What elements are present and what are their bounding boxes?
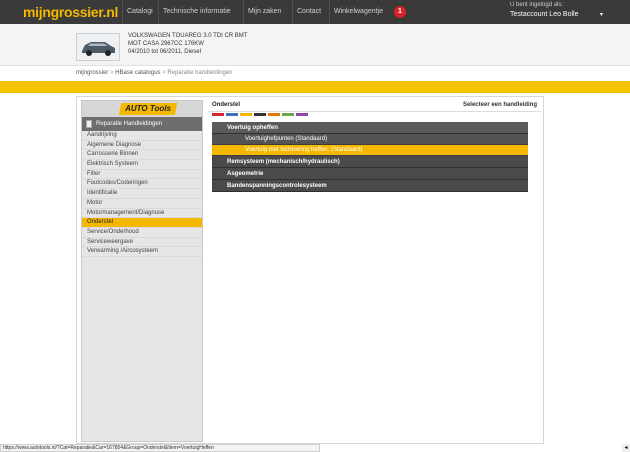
vehicle-model: VOLKSWAGEN TOUAREG 3.0 TDI CR BMT: [128, 33, 248, 39]
user-menu[interactable]: U bent ingelogd als: Testaccount Leo Bol…: [510, 1, 628, 23]
car-image: [76, 33, 120, 61]
vehicle-period: 04/2010 tot 06/2011, Diesel: [128, 49, 201, 55]
site-logo[interactable]: mijngrossier.nl: [23, 2, 119, 22]
vehicle-info: VOLKSWAGEN TOUAREG 3.0 TDI CR BMT MOT CA…: [0, 24, 630, 66]
breadcrumb-current: Reparatie handleidingen: [167, 70, 233, 76]
top-navbar: mijngrossier.nl Catalogi Technische info…: [0, 0, 630, 24]
sidebar-item[interactable]: Serviceweergave: [82, 238, 202, 248]
sidebar-item[interactable]: Motormanagement/Diagnose: [82, 209, 202, 219]
sidebar-item[interactable]: Onderstel: [82, 218, 202, 228]
content-frame: AUTO Tools Reparatie Handleidingen Aandr…: [76, 96, 544, 444]
sidebar-item[interactable]: Filter: [82, 170, 202, 180]
status-url-bar: https://www.autotools.nl/?Cat=Reparatie&…: [0, 444, 320, 452]
manual-group[interactable]: Bandenspanningscontrolesysteem: [212, 180, 528, 192]
color-stripe: [296, 113, 308, 116]
chevron-down-icon[interactable]: ▾: [600, 11, 603, 18]
user-caption: U bent ingelogd als:: [510, 2, 564, 8]
manual-item[interactable]: Voertuig met luchtvering heffen. (Standa…: [212, 145, 528, 156]
scroll-arrow-icon[interactable]: ◂: [622, 444, 630, 452]
manual-group[interactable]: Asgeometrie: [212, 168, 528, 180]
color-stripes: [208, 113, 541, 116]
cart-count-badge: 1: [394, 6, 406, 18]
autotools-logo: AUTO Tools: [82, 101, 202, 117]
sidebar-item[interactable]: Aandrijving: [82, 131, 202, 141]
sidebar-item[interactable]: Verwarming /Aircosysteem: [82, 247, 202, 257]
sidebar-item[interactable]: Identificatie: [82, 189, 202, 199]
sidebar-item[interactable]: Algemene Diagnose: [82, 141, 202, 151]
nav-technische-informatie[interactable]: Technische informatie: [158, 0, 235, 24]
sidebar-header: Reparatie Handleidingen: [82, 117, 202, 131]
breadcrumb: mijngrossier > HBase catalogus > Reparat…: [76, 70, 232, 76]
accent-bar: [0, 81, 630, 93]
color-stripe: [240, 113, 252, 116]
sidebar-item[interactable]: Service/Onderhoud: [82, 228, 202, 238]
book-icon: [86, 120, 92, 128]
breadcrumb-home[interactable]: mijngrossier: [76, 70, 108, 76]
color-stripe: [226, 113, 238, 116]
sidebar-item[interactable]: Elektrisch Systeem: [82, 160, 202, 170]
main-panel: Onderstel Selecteer een handleiding Voer…: [208, 100, 541, 442]
user-name[interactable]: Testaccount Leo Bolle: [510, 11, 579, 18]
manual-group[interactable]: Voertuig opheffen: [212, 122, 528, 134]
main-header: Onderstel Selecteer een handleiding: [208, 100, 541, 112]
vehicle-engine: MOT CASA 2967CC 176KW: [128, 41, 204, 47]
color-stripe: [282, 113, 294, 116]
sidebar: AUTO Tools Reparatie Handleidingen Aandr…: [81, 100, 203, 442]
breadcrumb-catalogus[interactable]: HBase catalogus: [115, 70, 160, 76]
color-stripe: [212, 113, 224, 116]
sidebar-list: Aandrijving Algemene Diagnose Carrosserie …: [82, 131, 202, 257]
color-stripe: [268, 113, 280, 116]
nav-contact[interactable]: Contact: [292, 0, 325, 24]
nav-winkelwagentje[interactable]: Winkelwagentje: [329, 0, 387, 24]
manual-group[interactable]: Remsysteem (mechanisch/hydraulisch): [212, 156, 528, 168]
sidebar-item[interactable]: Carrosserie Binnen: [82, 150, 202, 161]
manual-accordion: Voertuig opheffen Voertuighefpunten (Stan…: [212, 122, 528, 192]
page: mijngrossier.nl Catalogi Technische info…: [0, 0, 630, 452]
sidebar-header-label: Reparatie Handleidingen: [96, 121, 163, 127]
sidebar-item[interactable]: Motor: [82, 199, 202, 209]
nav-catalogi[interactable]: Catalogi: [122, 0, 157, 24]
autotools-logo-text: AUTO Tools: [125, 104, 171, 113]
color-stripe: [254, 113, 266, 116]
manual-item[interactable]: Voertuighefpunten (Standaard): [212, 134, 528, 145]
sidebar-item[interactable]: Foutcodes/Coderingen: [82, 179, 202, 190]
section-title: Onderstel: [212, 102, 241, 108]
select-manual-label: Selecteer een handleiding: [462, 102, 537, 108]
nav-mijn-zaken[interactable]: Mijn zaken: [243, 0, 285, 24]
